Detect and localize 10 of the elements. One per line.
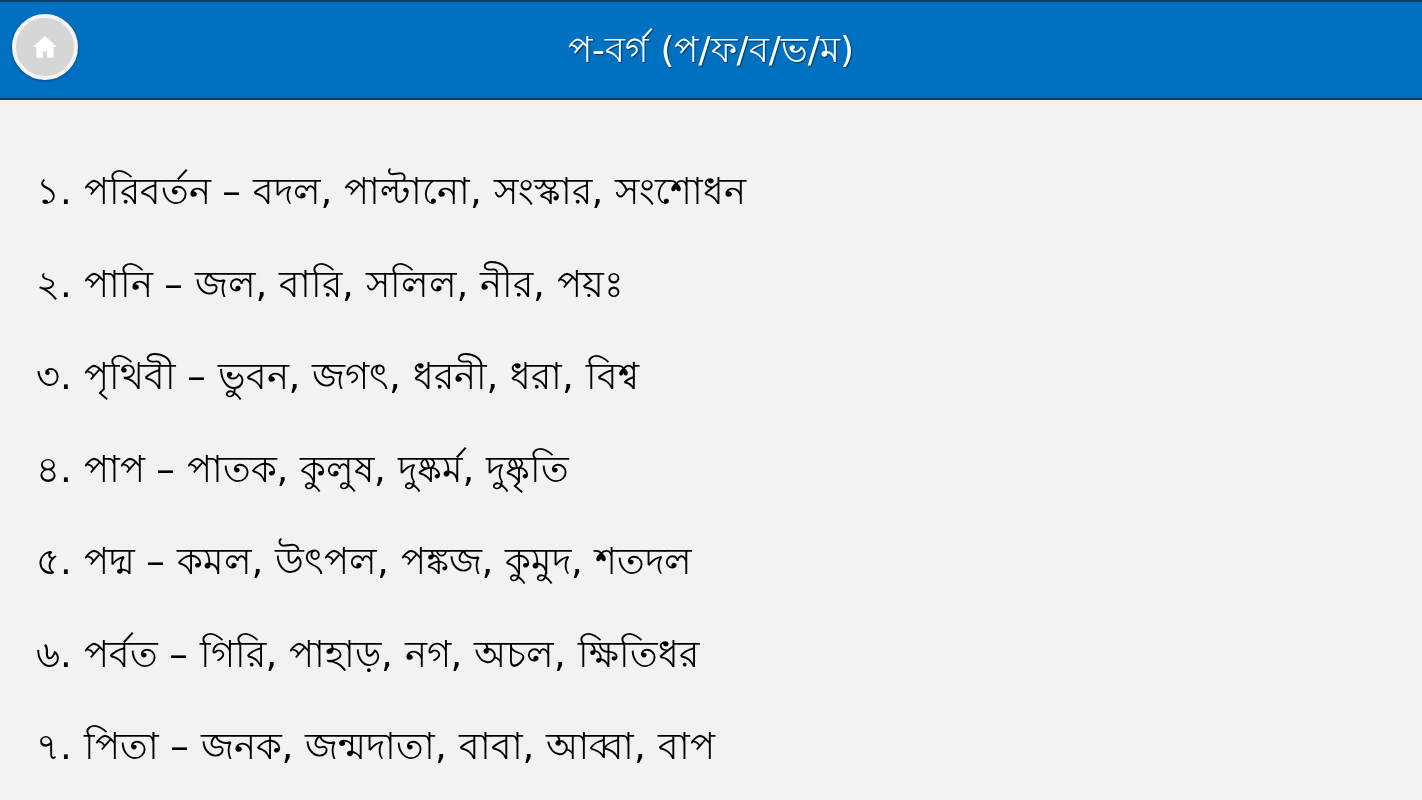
synonym-line: ১. পরিবর্তন – বদল, পাল্টানো, সংস্কার, সংশোধন: [36, 167, 747, 215]
synonym-line: ৬. পর্বত – গিরি, পাহাড়, নগ, অচল, ক্ষিতিধর: [36, 631, 699, 678]
synonym-line: ৭. পিতা – জনক, জন্মদাতা, বাবা, আব্বা, বাপ: [36, 724, 715, 770]
home-icon: [32, 35, 58, 59]
home-button[interactable]: [12, 14, 78, 80]
screen-title: প-বর্গ (প/ফ/ব/ভ/ম): [567, 27, 854, 72]
synonym-line: ৫. পদ্ম – কমল, উৎপল, পঙ্কজ, কুমুদ, শতদল: [36, 537, 692, 586]
synonym-line: ৪. পাপ – পাতক, কুলুষ, দুষ্কর্ম, দুষ্কৃতি: [36, 446, 570, 495]
synonym-line: ২. পানি – জল, বারি, সলিল, নীর, পয়ঃ: [36, 260, 624, 308]
synonym-line: ৩. পৃথিবী – ভুবন, জগৎ, ধরনী, ধরা, বিশ্ব: [36, 352, 639, 402]
